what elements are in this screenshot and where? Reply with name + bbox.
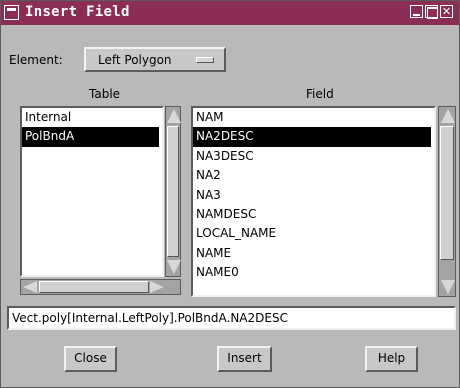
field-list-item[interactable]: LOCAL_NAME xyxy=(193,224,434,243)
field-list-item[interactable]: NAME0 xyxy=(193,263,434,282)
maximize-icon[interactable] xyxy=(425,5,438,19)
field-list-item[interactable]: NAME xyxy=(193,244,434,263)
close-icon[interactable]: ✕ xyxy=(440,5,453,18)
window-title: Insert Field xyxy=(25,4,130,20)
table-vertical-scrollbar[interactable] xyxy=(165,106,181,277)
table-list-item-selected[interactable]: PolBndA xyxy=(22,127,159,147)
scrollbar-thumb[interactable] xyxy=(167,126,179,257)
field-vertical-scrollbar[interactable] xyxy=(438,106,456,297)
field-list[interactable]: NAM NA2DESC NA3DESC NA2 NA3 NAMDESC LOCA… xyxy=(191,106,436,297)
scroll-down-arrow-icon[interactable] xyxy=(441,280,455,294)
insert-field-dialog: Insert Field ✕ Element: Left Polygon Tab… xyxy=(0,0,460,388)
close-button[interactable]: Close xyxy=(64,346,117,372)
scroll-up-arrow-icon[interactable] xyxy=(167,109,181,123)
scroll-left-arrow-icon[interactable] xyxy=(23,281,37,293)
table-list-item[interactable]: Internal xyxy=(22,108,162,127)
field-header: Field xyxy=(306,87,334,101)
element-option-value: Left Polygon xyxy=(98,53,172,67)
title-bar[interactable]: Insert Field ✕ xyxy=(1,1,459,25)
scrollbar-thumb[interactable] xyxy=(440,126,454,260)
field-list-item[interactable]: NA3DESC xyxy=(193,147,434,166)
element-option-menu[interactable]: Left Polygon xyxy=(84,47,226,72)
scroll-right-arrow-icon[interactable] xyxy=(150,281,164,293)
field-list-item[interactable]: NA2 xyxy=(193,166,434,185)
field-list-item-selected[interactable]: NA2DESC xyxy=(193,127,431,147)
element-label: Element: xyxy=(9,53,63,67)
field-list-item[interactable]: NAM xyxy=(193,108,434,127)
field-list-item[interactable]: NAMDESC xyxy=(193,205,434,224)
option-menu-indicator-icon xyxy=(196,57,214,63)
expression-field[interactable]: Vect.poly[Internal.LeftPoly].PolBndA.NA2… xyxy=(7,306,456,330)
scrollbar-thumb[interactable] xyxy=(39,281,149,293)
table-horizontal-scrollbar[interactable] xyxy=(20,279,181,295)
insert-button[interactable]: Insert xyxy=(217,346,272,372)
field-list-item[interactable]: NA3 xyxy=(193,186,434,205)
minimize-icon[interactable] xyxy=(410,5,423,18)
table-header: Table xyxy=(89,87,121,101)
window-menu-icon[interactable] xyxy=(4,5,19,20)
scroll-down-arrow-icon[interactable] xyxy=(167,260,181,274)
scroll-up-arrow-icon[interactable] xyxy=(441,109,455,123)
help-button[interactable]: Help xyxy=(365,346,418,372)
table-list[interactable]: Internal PolBndA xyxy=(20,106,164,277)
